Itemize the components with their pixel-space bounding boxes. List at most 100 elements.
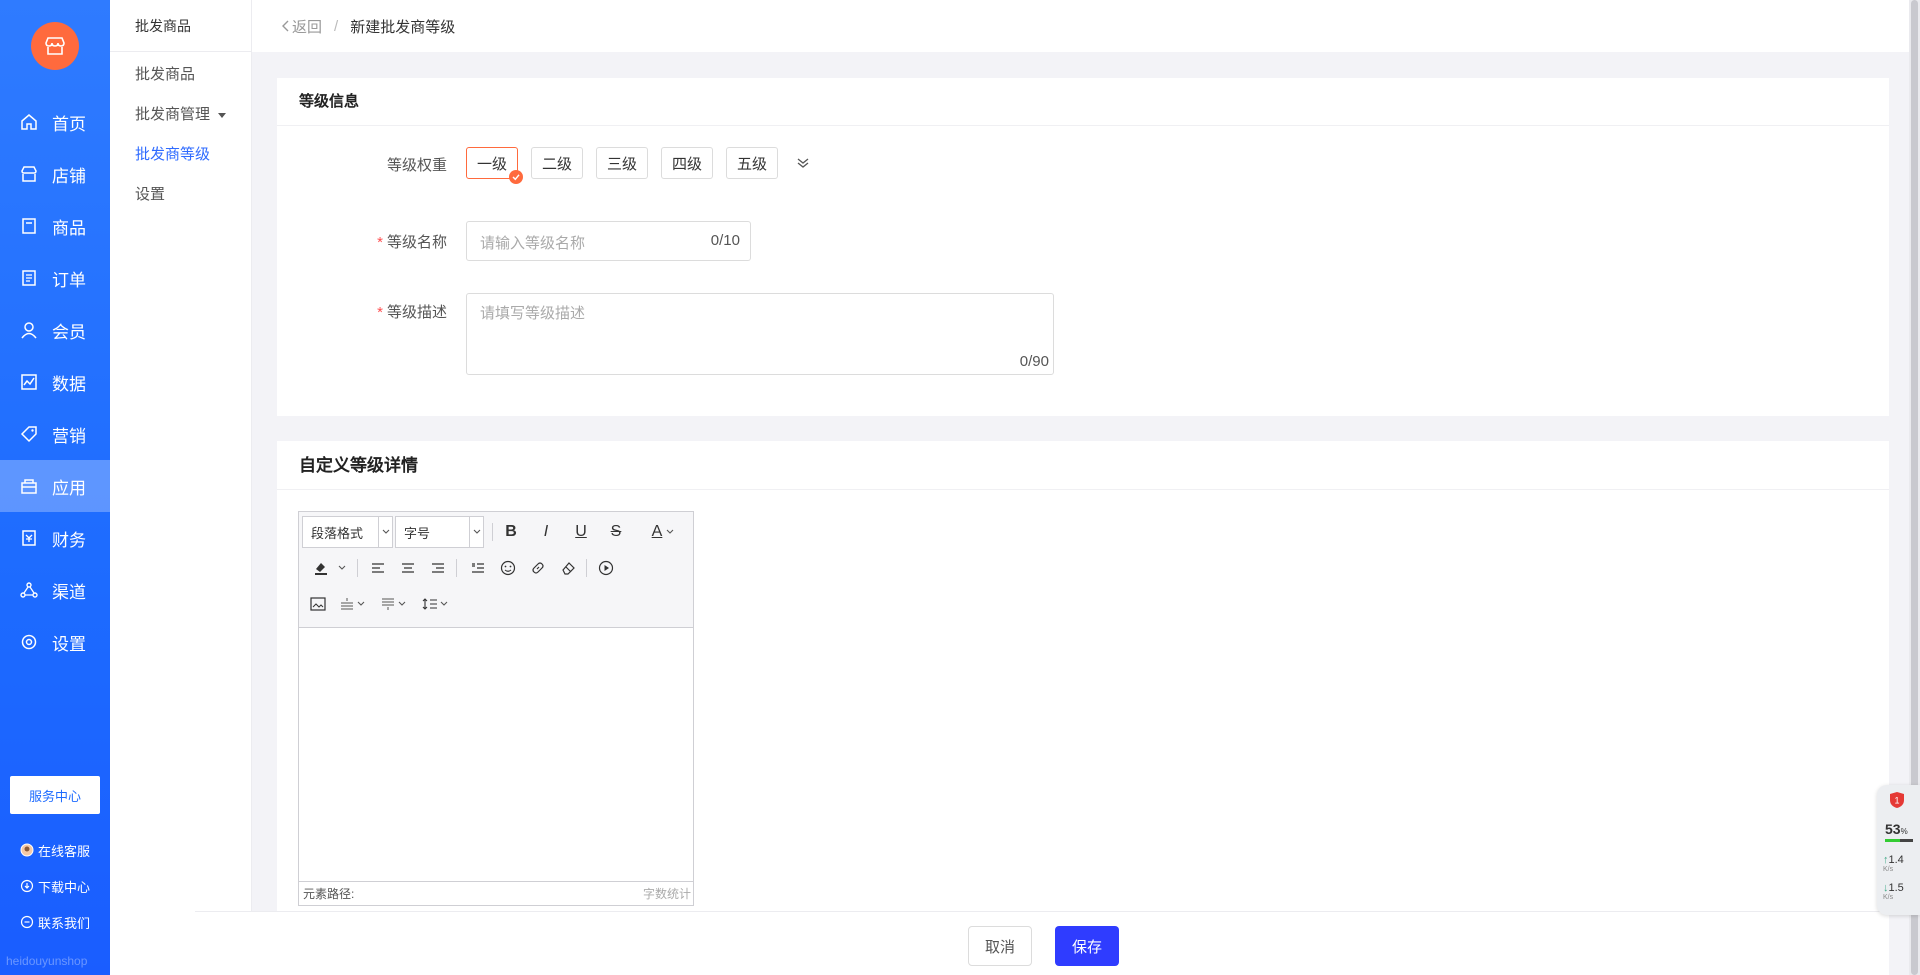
level-name-input[interactable]: 请输入等级名称 0/10 xyxy=(466,221,751,261)
nav-settings[interactable]: 设置 xyxy=(0,616,110,668)
nav-data[interactable]: 数据 xyxy=(0,356,110,408)
chevron-left-icon xyxy=(282,20,289,32)
nav-label: 渠道 xyxy=(52,582,86,602)
font-size-select[interactable]: 字号 xyxy=(395,516,484,548)
level-desc-textarea[interactable]: 请填写等级描述 0/90 xyxy=(466,293,1054,375)
subnav-item-settings[interactable]: 设置 xyxy=(110,175,251,215)
highlight-color-icon[interactable] xyxy=(310,557,332,579)
chevron-down-icon[interactable] xyxy=(335,557,349,579)
level-option-3[interactable]: 三级 xyxy=(596,147,648,179)
chart-icon xyxy=(20,373,38,391)
level-option-1[interactable]: 一级 xyxy=(466,147,523,184)
quote-icon[interactable] xyxy=(467,557,489,579)
breadcrumb-separator: / xyxy=(334,17,339,35)
chevron-down-icon[interactable] xyxy=(437,593,451,615)
main-sidebar: 首页 店铺 商品 订单 会员 数据 营销 应用 财务 渠道 设置 服务中心 在线… xyxy=(0,0,110,975)
level-option-2[interactable]: 二级 xyxy=(531,147,583,179)
italic-icon[interactable]: I xyxy=(535,521,557,543)
save-button[interactable]: 保存 xyxy=(1055,926,1119,966)
bottom-links: 在线客服 下载中心 联系我们 xyxy=(20,832,110,940)
online-service-link[interactable]: 在线客服 xyxy=(20,832,110,868)
name-label: * 等级名称 xyxy=(277,231,447,252)
nav-app[interactable]: 应用 xyxy=(0,460,110,512)
link-label: 下载中心 xyxy=(38,879,91,895)
align-right-icon[interactable] xyxy=(427,557,449,579)
level-option-5[interactable]: 五级 xyxy=(726,147,778,179)
video-icon[interactable] xyxy=(595,557,617,579)
home-icon xyxy=(20,113,38,131)
nav-channel[interactable]: 渠道 xyxy=(0,564,110,616)
contact-us-link[interactable]: 联系我们 xyxy=(20,904,110,940)
gear-icon xyxy=(20,633,38,651)
nav-label: 设置 xyxy=(52,634,86,654)
watermark: heidouyunshop xyxy=(6,954,88,968)
toolbar-divider xyxy=(586,559,587,577)
nav-home[interactable]: 首页 xyxy=(0,96,110,148)
level-label: 三级 xyxy=(606,155,637,173)
channel-icon xyxy=(20,581,38,599)
goods-icon xyxy=(20,217,38,235)
cpu-unit: % xyxy=(1900,827,1908,836)
service-center-button[interactable]: 服务中心 xyxy=(10,776,100,814)
strikethrough-icon[interactable]: S xyxy=(605,521,627,543)
editor-content-area[interactable] xyxy=(299,629,693,882)
toolbar-divider xyxy=(456,559,457,577)
finance-icon xyxy=(20,529,38,547)
breadcrumb: 返回 / 新建批发商等级 xyxy=(252,0,1920,52)
subnav-item-goods[interactable]: 批发商品 xyxy=(110,55,251,95)
nav-member[interactable]: 会员 xyxy=(0,304,110,356)
upload-value: 1.4 xyxy=(1888,854,1904,866)
cancel-button[interactable]: 取消 xyxy=(968,926,1032,966)
subnav-label: 批发商管理 xyxy=(135,106,211,123)
system-monitor-widget[interactable]: 1 53% ↑1.4 K/s ↓1.5 K/s xyxy=(1877,785,1920,915)
eraser-icon[interactable] xyxy=(557,557,579,579)
image-icon[interactable] xyxy=(307,593,329,615)
cpu-value: 53 xyxy=(1885,821,1901,837)
paragraph-format-select[interactable]: 段落格式 xyxy=(302,516,393,548)
subnav-item-levels[interactable]: 批发商等级 xyxy=(110,135,251,175)
store-logo[interactable] xyxy=(31,22,79,70)
nav-marketing[interactable]: 营销 xyxy=(0,408,110,460)
level-label: 五级 xyxy=(736,155,767,173)
nav-store[interactable]: 店铺 xyxy=(0,148,110,200)
nav-goods[interactable]: 商品 xyxy=(0,200,110,252)
align-left-icon[interactable] xyxy=(367,557,389,579)
badge-count: 1 xyxy=(1894,796,1899,806)
nav-label: 首页 xyxy=(52,114,86,134)
required-mark: * xyxy=(377,234,383,251)
upload-speed: ↑1.4 K/s xyxy=(1883,854,1904,874)
download-center-link[interactable]: 下载中心 xyxy=(20,868,110,904)
expand-more-icon[interactable] xyxy=(793,153,813,173)
rich-text-editor: 段落格式 字号 B I U S A 元素路径: 字数统计 xyxy=(298,511,694,906)
nav-label: 营销 xyxy=(52,426,86,446)
word-count-label: 字数统计 xyxy=(642,887,691,901)
level-label: 四级 xyxy=(671,155,702,173)
level-option-4[interactable]: 四级 xyxy=(661,147,713,179)
subnav-item-manage[interactable]: 批发商管理 xyxy=(110,95,251,135)
level-selector: 一级 二级 三级 四级 五级 xyxy=(466,147,813,184)
align-center-icon[interactable] xyxy=(397,557,419,579)
chevron-down-icon[interactable] xyxy=(395,593,409,615)
emoji-icon[interactable] xyxy=(497,557,519,579)
link-icon[interactable] xyxy=(527,557,549,579)
nav-order[interactable]: 订单 xyxy=(0,252,110,304)
desc-placeholder: 请填写等级描述 xyxy=(480,305,586,322)
underline-icon[interactable]: U xyxy=(570,521,592,543)
chevron-down-icon[interactable] xyxy=(354,593,368,615)
app-icon xyxy=(20,477,38,495)
shop-icon xyxy=(45,37,65,55)
editor-toolbar: 段落格式 字号 B I U S A xyxy=(299,512,693,628)
back-link[interactable]: 返回 xyxy=(280,16,322,37)
level-info-card: 等级信息 等级权重 一级 二级 三级 四级 五级 * 等级名称 请输入等级名称 0… xyxy=(277,78,1889,416)
chevron-down-icon xyxy=(469,517,483,547)
weight-label: 等级权重 xyxy=(386,157,447,174)
bold-icon[interactable]: B xyxy=(500,521,522,543)
action-footer: 取消 保存 xyxy=(195,911,1889,975)
level-details-title: 自定义等级详情 xyxy=(277,441,1889,490)
element-path-label: 元素路径: xyxy=(303,887,355,901)
label-text: 等级名称 xyxy=(386,234,447,251)
speed-unit: K/s xyxy=(1883,866,1894,873)
chevron-down-icon[interactable] xyxy=(663,521,677,543)
level-details-card: 自定义等级详情 段落格式 字号 B I U S A 元素路径: 字数统计 xyxy=(277,441,1889,911)
nav-finance[interactable]: 财务 xyxy=(0,512,110,564)
